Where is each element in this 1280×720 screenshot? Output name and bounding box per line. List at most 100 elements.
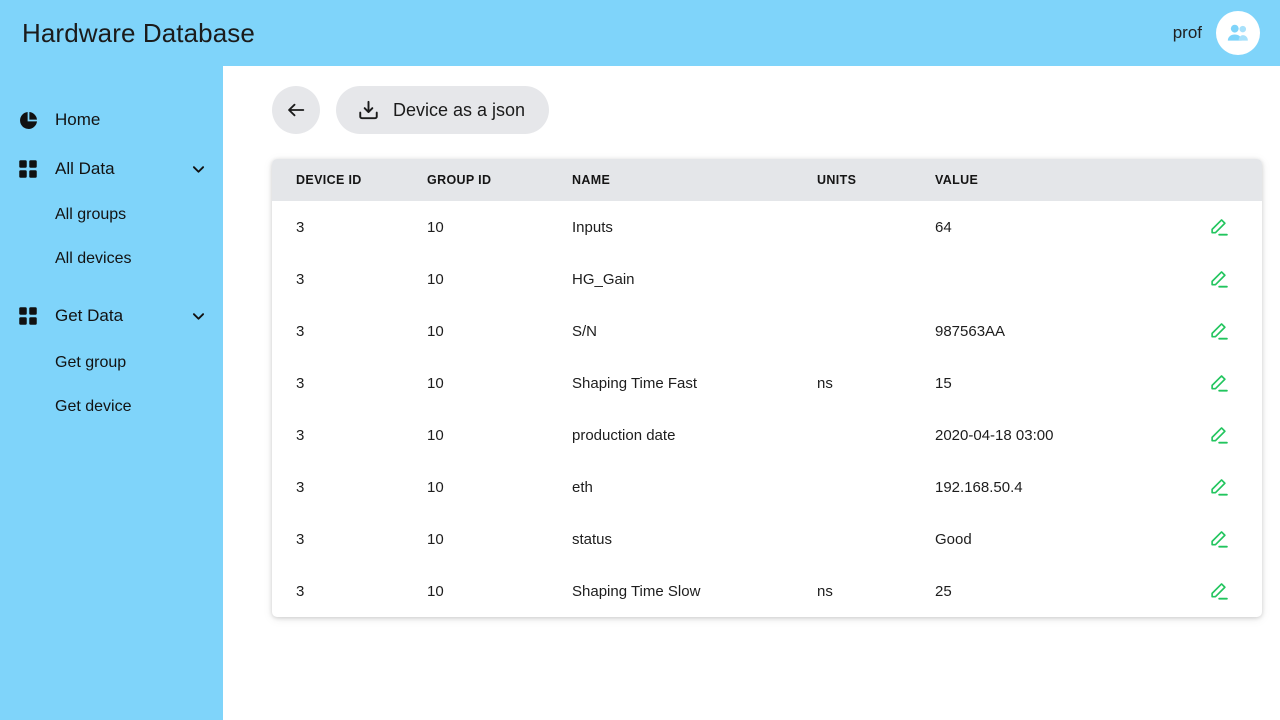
- edit-row-button[interactable]: [1204, 576, 1234, 606]
- cell-group-id: 10: [427, 512, 572, 565]
- back-button[interactable]: [272, 86, 320, 134]
- edit-row-button[interactable]: [1204, 420, 1234, 450]
- sidebar-item-label: All Data: [55, 159, 115, 178]
- table-body: 3 10 Inputs 64 3 10 HG_Gain 3 10 S/N 987…: [272, 200, 1262, 617]
- sidebar-item-get-group[interactable]: Get group: [0, 344, 223, 382]
- table-row: 3 10 S/N 987563AA: [272, 304, 1262, 357]
- cell-group-id: 10: [427, 252, 572, 305]
- device-as-json-label: Device as a json: [393, 99, 526, 120]
- cell-actions: [1175, 252, 1262, 305]
- sidebar-item-label: Get Data: [55, 306, 124, 325]
- cell-device-id: 3: [272, 304, 427, 357]
- sidebar-item-label: Home: [55, 110, 101, 129]
- download-icon: [357, 99, 380, 122]
- table-row: 3 10 Shaping Time Fast ns 15: [272, 356, 1262, 409]
- cell-actions: [1175, 460, 1262, 513]
- cell-value: 25: [935, 564, 1175, 617]
- sidebar-item-all-data[interactable]: All Data: [0, 149, 223, 189]
- cell-name: production date: [572, 408, 817, 461]
- top-header-bar: Hardware Database prof: [0, 0, 1280, 66]
- edit-row-button[interactable]: [1204, 368, 1234, 398]
- cell-units: [817, 512, 935, 565]
- cell-units: [817, 460, 935, 513]
- edit-row-button[interactable]: [1204, 316, 1234, 346]
- cell-actions: [1175, 304, 1262, 357]
- cell-units: [817, 408, 935, 461]
- cell-actions: [1175, 512, 1262, 565]
- cell-name: Shaping Time Slow: [572, 564, 817, 617]
- edit-row-button[interactable]: [1204, 212, 1234, 242]
- column-header-value: VALUE: [935, 172, 979, 187]
- cell-device-id: 3: [272, 252, 427, 305]
- sidebar-item-all-devices[interactable]: All devices: [0, 240, 223, 278]
- cell-group-id: 10: [427, 460, 572, 513]
- sidebar-item-all-groups[interactable]: All groups: [0, 196, 223, 234]
- grid-icon: [18, 306, 44, 326]
- column-header-actions: [1175, 159, 1262, 201]
- chevron-down-icon[interactable]: [190, 161, 207, 178]
- sidebar-subitem-label: All groups: [55, 206, 127, 223]
- cell-name: Shaping Time Fast: [572, 356, 817, 409]
- edit-row-button[interactable]: [1204, 524, 1234, 554]
- pencil-edit-icon: [1210, 479, 1228, 496]
- cell-value: 987563AA: [935, 304, 1175, 357]
- cell-actions: [1175, 200, 1262, 253]
- avatar[interactable]: [1216, 11, 1260, 55]
- users-icon: [1227, 24, 1248, 41]
- table-row: 3 10 Inputs 64: [272, 200, 1262, 253]
- cell-units: ns: [817, 356, 935, 409]
- username-label: prof: [1172, 23, 1202, 42]
- cell-name: HG_Gain: [572, 252, 817, 305]
- edit-row-button[interactable]: [1204, 264, 1234, 294]
- cell-group-id: 10: [427, 304, 572, 357]
- table-row: 3 10 production date 2020-04-18 03:00: [272, 408, 1262, 461]
- cell-device-id: 3: [272, 408, 427, 461]
- cell-value: 2020-04-18 03:00: [935, 408, 1175, 461]
- cell-device-id: 3: [272, 460, 427, 513]
- column-header-group-id: GROUP ID: [427, 172, 492, 187]
- pencil-edit-icon: [1210, 271, 1228, 288]
- cell-group-id: 10: [427, 356, 572, 409]
- pencil-edit-icon: [1210, 427, 1228, 444]
- device-parameters-card: DEVICE ID GROUP ID NAME UNITS VALUE 3 10…: [272, 159, 1262, 617]
- page-title: Hardware Database: [22, 18, 255, 48]
- table-header-row: DEVICE ID GROUP ID NAME UNITS VALUE: [272, 159, 1262, 201]
- cell-units: [817, 200, 935, 253]
- chevron-down-icon[interactable]: [190, 308, 207, 325]
- cell-name: eth: [572, 460, 817, 513]
- main-content: Device as a json DEVICE ID GROUP ID NAME…: [223, 66, 1280, 720]
- column-header-units: UNITS: [817, 172, 857, 187]
- sidebar-item-get-data[interactable]: Get Data: [0, 296, 223, 336]
- cell-group-id: 10: [427, 200, 572, 253]
- device-as-json-button[interactable]: Device as a json: [336, 86, 550, 134]
- sidebar-item-get-device[interactable]: Get device: [0, 388, 223, 426]
- arrow-left-icon: [288, 103, 305, 117]
- cell-value: 15: [935, 356, 1175, 409]
- cell-value: [935, 252, 1175, 305]
- sidebar-subitem-label: Get group: [55, 354, 127, 371]
- sidebar-subitem-label: Get device: [55, 398, 132, 415]
- pencil-edit-icon: [1210, 531, 1228, 548]
- cell-group-id: 10: [427, 408, 572, 461]
- sidebar-item-home[interactable]: Home: [0, 100, 223, 140]
- cell-device-id: 3: [272, 200, 427, 253]
- cell-value: 192.168.50.4: [935, 460, 1175, 513]
- cell-units: [817, 304, 935, 357]
- table-row: 3 10 Shaping Time Slow ns 25: [272, 564, 1262, 617]
- device-parameters-table: DEVICE ID GROUP ID NAME UNITS VALUE 3 10…: [272, 159, 1262, 617]
- cell-value: 64: [935, 200, 1175, 253]
- table-header: DEVICE ID GROUP ID NAME UNITS VALUE: [272, 159, 1262, 201]
- cell-actions: [1175, 356, 1262, 409]
- sidebar: Home All Data All groups All devices Get…: [0, 66, 223, 720]
- table-row: 3 10 eth 192.168.50.4: [272, 460, 1262, 513]
- column-header-name: NAME: [572, 172, 611, 187]
- column-header-device-id: DEVICE ID: [296, 172, 362, 187]
- edit-row-button[interactable]: [1204, 472, 1234, 502]
- sidebar-subitem-label: All devices: [55, 250, 132, 267]
- cell-device-id: 3: [272, 564, 427, 617]
- app-root: Hardware Database prof Home All Data All…: [0, 0, 1280, 720]
- cell-device-id: 3: [272, 512, 427, 565]
- pie-chart-icon: [18, 110, 44, 131]
- header-user-area: prof: [1173, 11, 1260, 55]
- grid-icon: [18, 159, 44, 179]
